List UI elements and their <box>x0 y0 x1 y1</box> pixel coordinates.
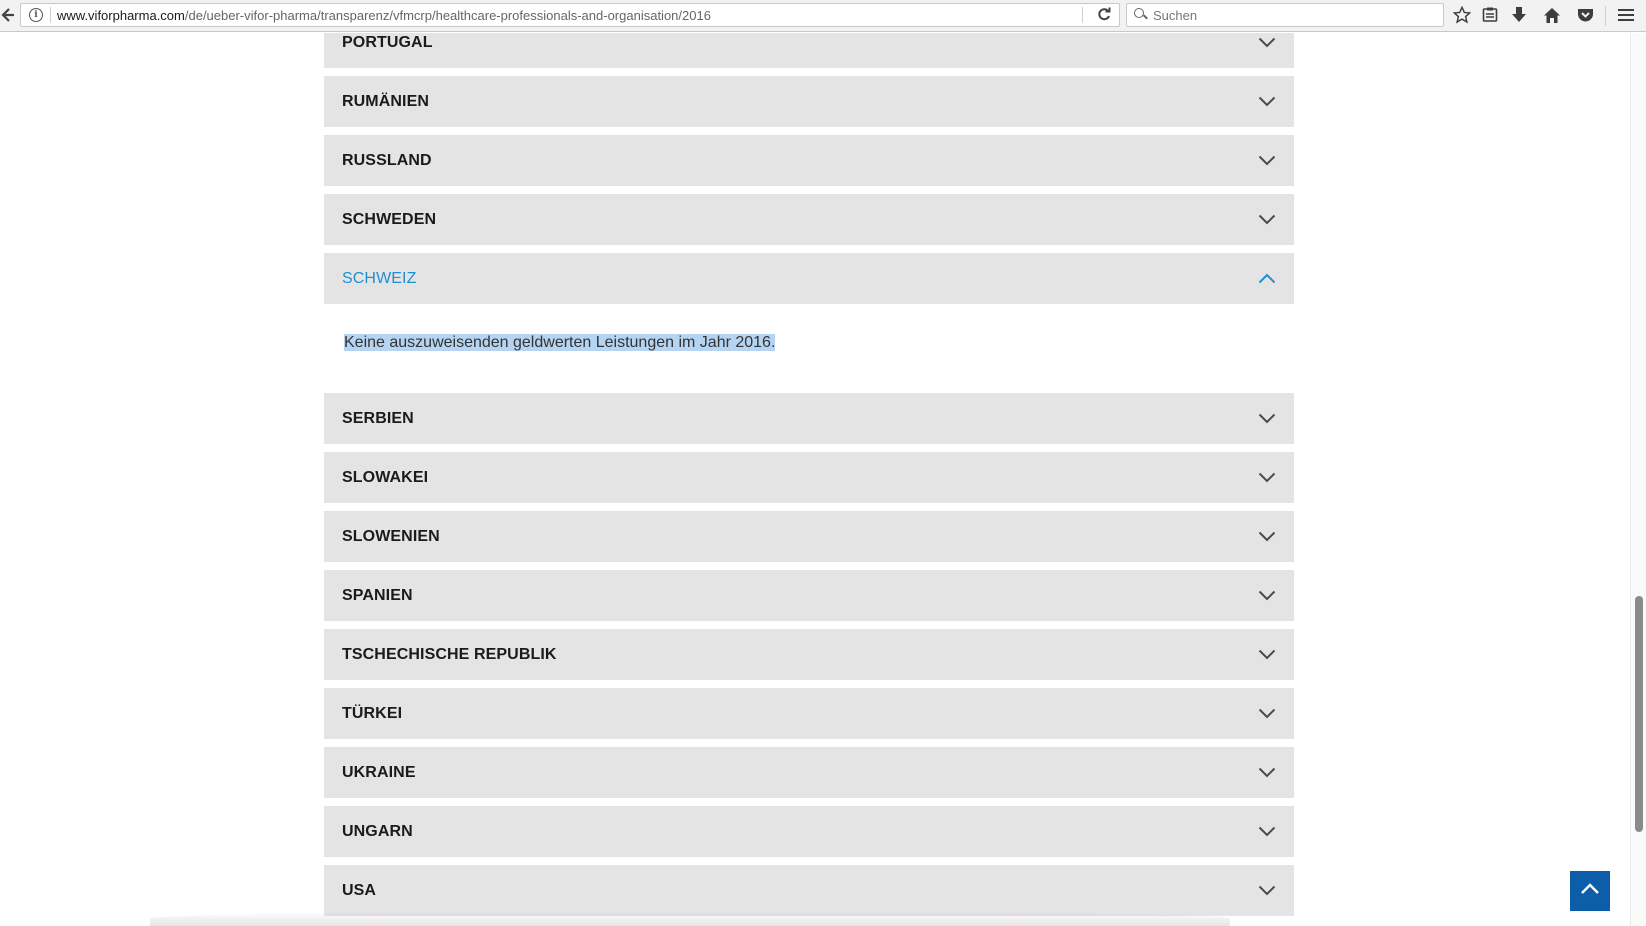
accordion-content: Keine auszuweisenden geldwerten Leistung… <box>324 304 1294 385</box>
chevron-down-icon[interactable] <box>1258 211 1276 229</box>
accordion-item: SPANIEN <box>324 570 1294 621</box>
accordion-header[interactable]: SCHWEIZ <box>324 253 1294 304</box>
accordion-title: SCHWEDEN <box>342 210 437 228</box>
url-path: /de/ueber-vifor-pharma/transparenz/vfmcr… <box>184 7 711 23</box>
download-icon[interactable] <box>1507 4 1531 26</box>
accordion-header[interactable]: TSCHECHISCHE REPUBLIK <box>324 629 1294 680</box>
url-end-divider <box>1082 7 1083 23</box>
accordion-item: TÜRKEI <box>324 688 1294 739</box>
page-viewport: PORTUGAL RUMÄNIEN RUSSLAND SCHWEDEN SCHWEIZ K… <box>0 33 1630 926</box>
url-bar[interactable]: i www.viforpharma.com/de/ueber-vifor-pha… <box>20 3 1120 27</box>
search-input[interactable] <box>1153 7 1433 23</box>
chevron-down-icon[interactable] <box>1258 705 1276 723</box>
home-icon[interactable] <box>1540 4 1564 26</box>
accordion-title: SPANIEN <box>342 586 413 604</box>
arrow-up-icon <box>1580 882 1600 900</box>
url-domain: www.viforpharma.com <box>57 7 185 23</box>
chevron-down-icon[interactable] <box>1258 764 1276 782</box>
accordion-title: TSCHECHISCHE REPUBLIK <box>342 645 557 663</box>
reload-icon[interactable] <box>1097 6 1111 26</box>
accordion-header[interactable]: USA <box>324 865 1294 916</box>
back-arrow-icon[interactable] <box>0 0 14 30</box>
accordion-header[interactable]: SCHWEDEN <box>324 194 1294 245</box>
url-text[interactable]: www.viforpharma.com/de/ueber-vifor-pharm… <box>57 8 711 23</box>
country-accordion: PORTUGAL RUMÄNIEN RUSSLAND SCHWEDEN SCHWEIZ K… <box>324 33 1294 924</box>
browser-toolbar: i www.viforpharma.com/de/ueber-vifor-pha… <box>0 0 1646 32</box>
chevron-down-icon[interactable] <box>1258 646 1276 664</box>
accordion-header[interactable]: RUSSLAND <box>324 135 1294 186</box>
accordion-header[interactable]: SPANIEN <box>324 570 1294 621</box>
accordion-item: SLOWENIEN <box>324 511 1294 562</box>
accordion-header[interactable]: TÜRKEI <box>324 688 1294 739</box>
chevron-down-icon[interactable] <box>1258 587 1276 605</box>
chevron-down-icon[interactable] <box>1258 882 1276 900</box>
accordion-content-text: Keine auszuweisenden geldwerten Leistung… <box>344 334 776 351</box>
accordion-item: TSCHECHISCHE REPUBLIK <box>324 629 1294 680</box>
menu-icon[interactable] <box>1614 4 1638 26</box>
accordion-header[interactable]: UNGARN <box>324 806 1294 857</box>
accordion-title: RUMÄNIEN <box>342 92 430 110</box>
back-to-top-button[interactable] <box>1570 871 1610 911</box>
accordion-title: SLOWAKEI <box>342 468 429 486</box>
scrollbar[interactable] <box>1630 33 1646 926</box>
reading-list-icon[interactable] <box>1478 4 1502 26</box>
accordion-header[interactable]: PORTUGAL <box>324 33 1294 68</box>
toolbar-divider <box>1605 6 1606 26</box>
accordion-title: TÜRKEI <box>342 704 403 722</box>
accordion-item: SCHWEDEN <box>324 194 1294 245</box>
url-divider <box>50 7 51 23</box>
accordion-title: UNGARN <box>342 822 413 840</box>
chevron-down-icon[interactable] <box>1258 469 1276 487</box>
bookmark-star-icon[interactable] <box>1450 4 1474 26</box>
accordion-item: SCHWEIZ Keine auszuweisenden geldwerten L… <box>324 253 1294 385</box>
accordion-header[interactable]: SERBIEN <box>324 393 1294 444</box>
accordion-item: RUSSLAND <box>324 135 1294 186</box>
accordion-item: SERBIEN <box>324 393 1294 444</box>
accordion-title: SCHWEIZ <box>342 269 417 287</box>
accordion-title: SLOWENIEN <box>342 527 440 545</box>
accordion-title: SERBIEN <box>342 409 414 427</box>
accordion-item: USA <box>324 865 1294 916</box>
accordion-header[interactable]: SLOWAKEI <box>324 452 1294 503</box>
search-icon <box>1133 7 1149 23</box>
chevron-up-icon[interactable] <box>1258 270 1276 288</box>
chevron-down-icon[interactable] <box>1258 528 1276 546</box>
accordion-item: UNGARN <box>324 806 1294 857</box>
accordion-header[interactable]: SLOWENIEN <box>324 511 1294 562</box>
pocket-icon[interactable] <box>1573 4 1597 26</box>
accordion-header[interactable]: RUMÄNIEN <box>324 76 1294 127</box>
accordion-header[interactable]: UKRAINE <box>324 747 1294 798</box>
accordion-title: UKRAINE <box>342 763 416 781</box>
scrollbar-thumb[interactable] <box>1635 596 1643 832</box>
info-icon[interactable]: i <box>29 8 43 22</box>
accordion-item: PORTUGAL <box>324 33 1294 68</box>
chevron-down-icon[interactable] <box>1258 823 1276 841</box>
accordion-title: PORTUGAL <box>342 33 433 51</box>
chevron-down-icon[interactable] <box>1258 152 1276 170</box>
accordion-item: SLOWAKEI <box>324 452 1294 503</box>
chevron-down-icon[interactable] <box>1258 410 1276 428</box>
search-bar[interactable] <box>1126 3 1444 27</box>
accordion-title: RUSSLAND <box>342 151 432 169</box>
accordion-item: RUMÄNIEN <box>324 76 1294 127</box>
accordion-item: UKRAINE <box>324 747 1294 798</box>
chevron-down-icon[interactable] <box>1258 34 1276 52</box>
chevron-down-icon[interactable] <box>1258 93 1276 111</box>
accordion-title: USA <box>342 881 377 899</box>
